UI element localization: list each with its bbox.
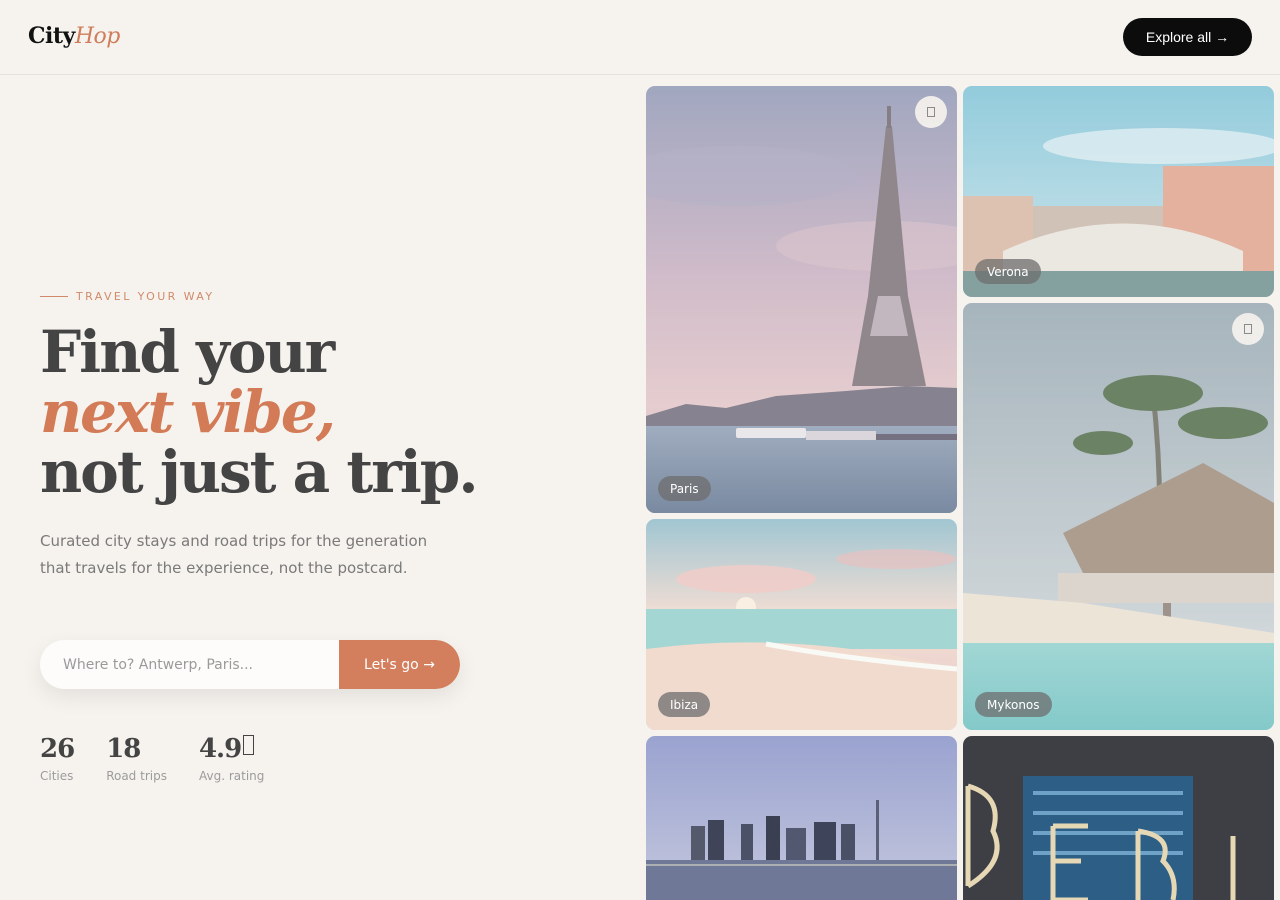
stat-value: 18: [106, 734, 141, 764]
logo[interactable]: CityHop: [28, 23, 120, 49]
bookmark-icon[interactable]: [915, 96, 947, 128]
bookmark-shape: [927, 107, 935, 117]
stat-cities: 26 Cities: [40, 734, 75, 783]
destination-card-verona[interactable]: Verona: [963, 86, 1274, 297]
destination-card-night-city[interactable]: [963, 736, 1274, 900]
destination-card-paris[interactable]: Paris: [646, 86, 957, 513]
headline-line-2: next vibe,: [40, 378, 336, 446]
hero-description: Curated city stays and road trips for th…: [40, 532, 428, 577]
eyebrow-text: TRAVEL YOUR WAY: [76, 290, 215, 303]
lets-go-button[interactable]: Let's go →: [339, 640, 460, 689]
stat-rating: 4.9 Avg. rating: [199, 734, 264, 783]
image-overlay: [963, 303, 1274, 730]
stat-value-row: 4.9: [199, 734, 264, 764]
stat-label: Cities: [40, 769, 74, 783]
logo-city: City: [28, 23, 75, 49]
hero-headline: Find your next vibe, not just a trip.: [40, 318, 479, 506]
headline-line-3: not just a trip.: [40, 438, 479, 506]
headline-line-1: Find your: [40, 318, 335, 386]
stat-label: Avg. rating: [198, 769, 265, 783]
destination-label: Mykonos: [975, 692, 1052, 717]
destination-card-city-skyline[interactable]: [646, 736, 957, 900]
logo-hop: Hop: [74, 24, 121, 49]
destination-label: Ibiza: [658, 692, 711, 717]
explore-all-button[interactable]: Explore all →: [1123, 18, 1252, 56]
destination-label: Paris: [658, 476, 711, 501]
destination-search: Let's go →: [40, 640, 460, 689]
eyebrow: TRAVEL YOUR WAY: [40, 290, 214, 303]
search-input[interactable]: [40, 640, 340, 689]
stat-value: 26: [40, 734, 75, 764]
city-skyline-photo: [646, 736, 957, 900]
destination-card-mykonos[interactable]: Mykonos: [963, 303, 1274, 730]
destination-label: Verona: [975, 259, 1041, 284]
stat-road-trips: 18 Road trips: [106, 734, 167, 783]
bookmark-icon[interactable]: [1232, 313, 1264, 345]
night-city-photo: [963, 736, 1274, 900]
eyebrow-divider: [40, 296, 68, 297]
bookmark-shape: [1244, 324, 1252, 334]
star-icon: [243, 735, 255, 755]
site-header: CityHop Explore all →: [0, 0, 1280, 75]
stats: 26 Cities 18 Road trips 4.9 Avg. rating: [40, 734, 296, 783]
stat-label: Road trips: [106, 769, 167, 783]
stat-value: 4.9: [198, 734, 242, 764]
image-overlay: [646, 86, 957, 513]
destination-card-ibiza[interactable]: Ibiza: [646, 519, 957, 730]
